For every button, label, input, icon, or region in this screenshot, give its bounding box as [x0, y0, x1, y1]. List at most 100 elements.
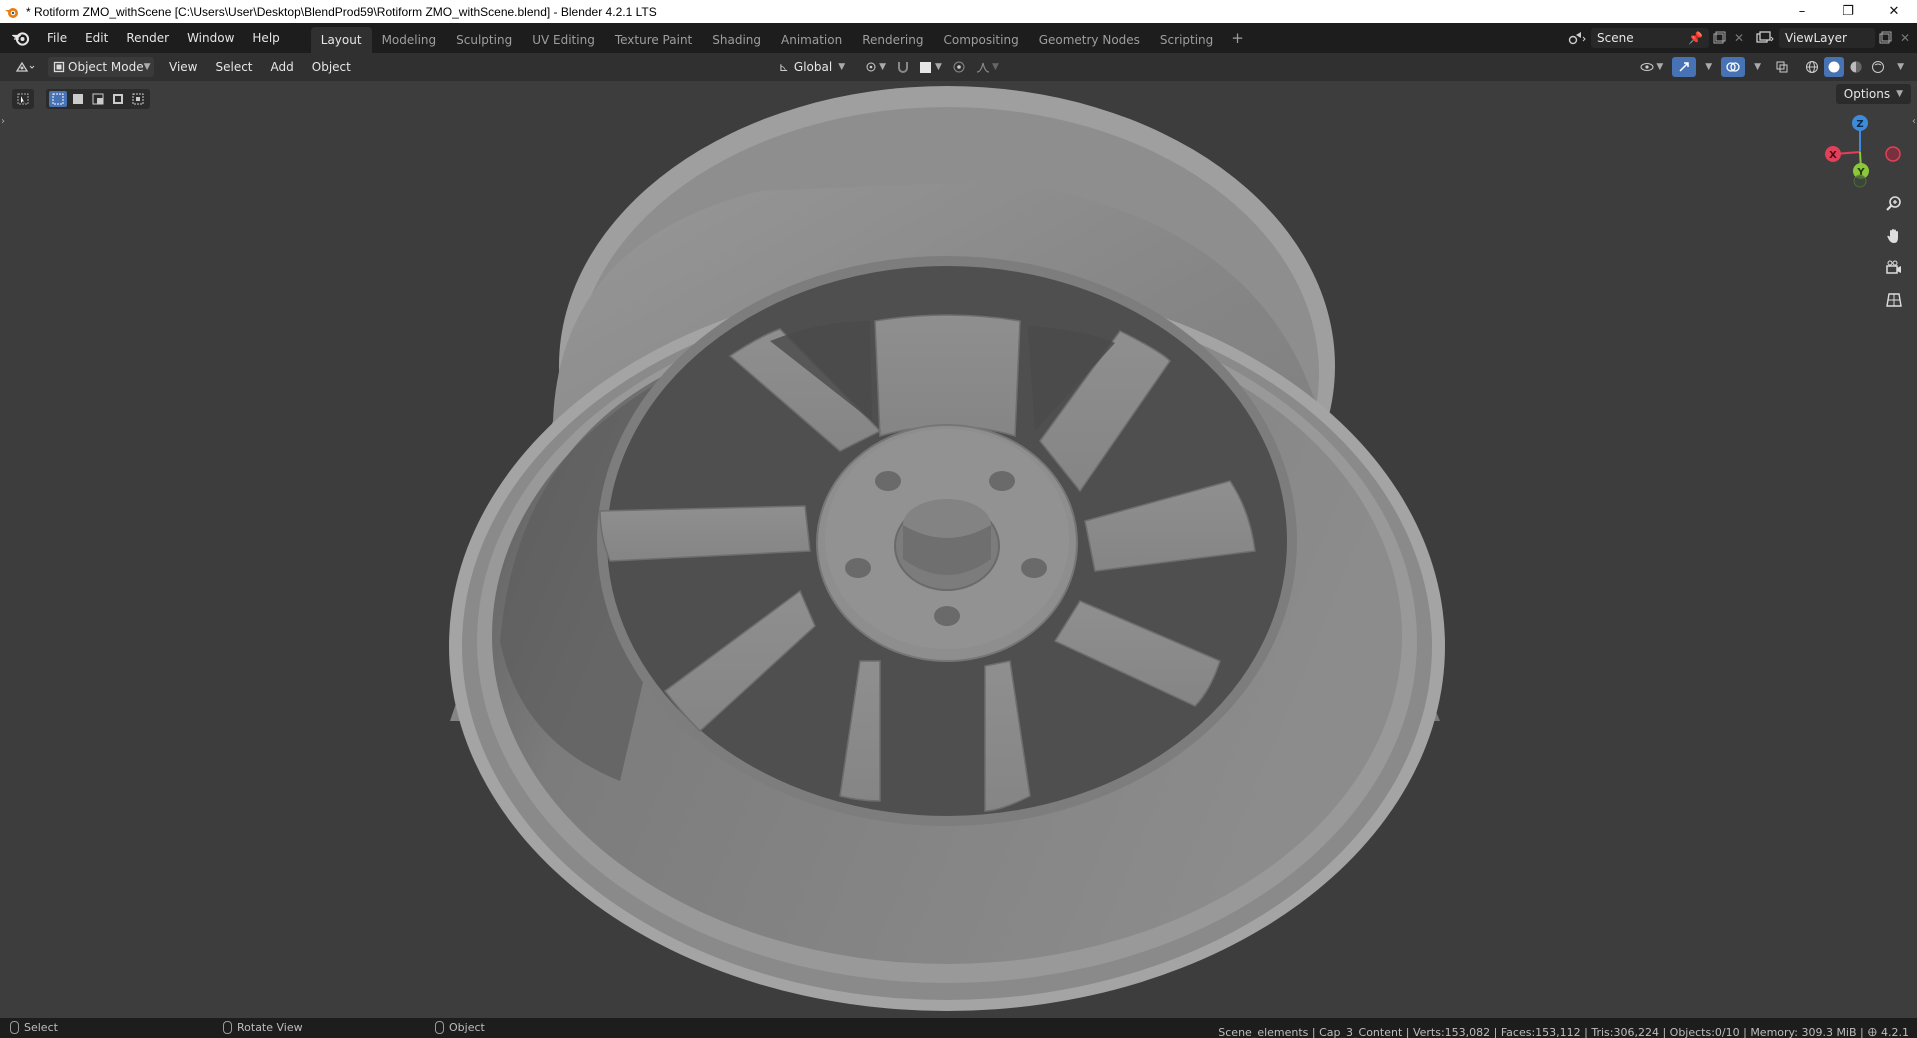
orientation-label: Global [793, 60, 833, 74]
magnet-icon [898, 62, 909, 73]
solid-shading-button[interactable] [1824, 57, 1845, 77]
navigation-tools [1881, 191, 1907, 313]
scene-selector-icon[interactable] [1567, 28, 1587, 48]
wireframe-sphere-icon [1806, 61, 1819, 73]
invert-selection-icon[interactable] [109, 91, 127, 107]
status-hint-rotate-label: Rotate View [237, 1021, 303, 1034]
tool-settings [12, 89, 150, 109]
eye-pointer-icon [1640, 63, 1654, 71]
wireframe-shading-button[interactable] [1802, 57, 1822, 77]
proportional-falloff-dropdown[interactable]: ▼ [971, 57, 1004, 77]
xray-icon [1776, 61, 1788, 73]
new-scene-icon[interactable] [1709, 28, 1729, 48]
status-hint-object-label: Object [449, 1021, 485, 1034]
blender-logo-icon[interactable] [8, 25, 34, 51]
pan-hand-icon[interactable] [1881, 223, 1907, 249]
xray-toggle[interactable] [1770, 57, 1794, 77]
chevron-down-icon: ▼ [1656, 62, 1664, 72]
options-dropdown[interactable]: Options ▼ [1835, 84, 1911, 104]
view-layer-selector-icon[interactable] [1755, 28, 1775, 48]
menu-window[interactable]: Window [178, 27, 243, 49]
rendered-shading-button[interactable] [1868, 57, 1888, 77]
tab-scripting[interactable]: Scripting [1150, 27, 1223, 53]
mode-dropdown[interactable]: Object Mode ▼ [48, 57, 154, 77]
sidebar-expand-arrow-icon[interactable]: ‹ [1912, 116, 1916, 127]
extend-selection-icon[interactable] [69, 91, 87, 107]
tab-rendering[interactable]: Rendering [852, 27, 933, 53]
camera-view-icon[interactable] [1881, 255, 1907, 281]
tab-texture-paint[interactable]: Texture Paint [605, 27, 702, 53]
3d-viewport[interactable]: › ‹ Options ▼ Z X Y [0, 81, 1917, 1018]
mode-label: Object Mode [68, 60, 144, 74]
menu-edit[interactable]: Edit [76, 27, 117, 49]
zoom-view-icon[interactable] [1881, 191, 1907, 217]
navigation-gizmo[interactable]: Z X Y [1817, 111, 1907, 201]
lug-hole [875, 471, 901, 491]
transform-orientation-dropdown[interactable]: ⊾ Global ▼ [774, 57, 850, 77]
shading-options-dropdown[interactable]: ▼ [1892, 57, 1909, 77]
left-mouse-icon [10, 1021, 19, 1034]
blender-app-icon [5, 7, 18, 18]
proportional-editing-toggle[interactable] [947, 57, 971, 77]
subtract-selection-icon[interactable] [89, 91, 107, 107]
tab-sculpting[interactable]: Sculpting [446, 27, 522, 53]
tab-shading[interactable]: Shading [702, 27, 771, 53]
viewport-menu-add[interactable]: Add [262, 56, 303, 78]
negative-x-axis-handle[interactable] [1885, 146, 1901, 162]
tab-modeling[interactable]: Modeling [372, 27, 447, 53]
chevron-down-icon: ▼ [143, 62, 151, 72]
menu-file[interactable]: File [38, 27, 76, 49]
menu-render[interactable]: Render [117, 27, 178, 49]
pivot-point-dropdown[interactable]: ▼ [858, 57, 891, 77]
negative-z-axis-handle[interactable] [1853, 174, 1867, 188]
intersect-selection-icon[interactable] [129, 91, 147, 107]
selection-mode-group [46, 89, 150, 109]
toolbar-expand-arrow-icon[interactable]: › [1, 116, 5, 127]
tab-uv-editing[interactable]: UV Editing [522, 27, 605, 53]
new-view-layer-icon[interactable] [1875, 28, 1895, 48]
status-bar: Select Rotate View Object Scene_elements… [0, 1018, 1917, 1038]
select-tool-button[interactable] [12, 89, 34, 109]
close-window-button[interactable]: ✕ [1871, 0, 1917, 23]
overlays-options-dropdown[interactable]: ▼ [1749, 57, 1766, 77]
delete-view-layer-icon[interactable]: ✕ [1895, 28, 1915, 48]
delete-scene-icon[interactable]: ✕ [1729, 28, 1749, 48]
minimize-button[interactable]: – [1779, 0, 1825, 23]
show-overlays-toggle[interactable] [1721, 57, 1746, 77]
viewport-menu-object[interactable]: Object [303, 56, 360, 78]
add-workspace-button[interactable]: + [1223, 29, 1252, 47]
set-new-selection-icon[interactable] [49, 91, 67, 107]
snap-toggle[interactable] [891, 57, 915, 77]
pivot-icon [866, 62, 876, 72]
status-hint-select-label: Select [24, 1021, 58, 1034]
wheel-rim-model[interactable] [0, 81, 1917, 1018]
scene-name-field[interactable]: Scene 📌 [1591, 28, 1709, 48]
viewport-menu-view[interactable]: View [160, 56, 206, 78]
viewport-menu-select[interactable]: Select [206, 56, 261, 78]
gizmo-icon [1679, 62, 1689, 72]
restore-button[interactable]: ❐ [1825, 0, 1871, 23]
snap-target-dropdown[interactable]: ▼ [915, 57, 947, 77]
show-gizmo-toggle[interactable] [1672, 57, 1697, 77]
perspective-ortho-toggle-icon[interactable] [1881, 287, 1907, 313]
editor-type-icon [15, 61, 35, 72]
workspace-tabs: Layout Modeling Sculpting UV Editing Tex… [310, 23, 1252, 53]
lug-hole [1021, 558, 1047, 578]
tab-compositing[interactable]: Compositing [933, 27, 1028, 53]
editor-type-button[interactable] [10, 57, 42, 77]
visibility-selectability-dropdown[interactable]: ▼ [1635, 57, 1668, 77]
view-layer-field[interactable]: ViewLayer [1779, 28, 1875, 48]
pin-icon[interactable]: 📌 [1688, 31, 1703, 45]
menu-help[interactable]: Help [243, 27, 288, 49]
tab-layout[interactable]: Layout [310, 27, 372, 53]
tab-animation[interactable]: Animation [771, 27, 852, 53]
chevron-down-icon: ▼ [1896, 89, 1903, 99]
tab-geometry-nodes[interactable]: Geometry Nodes [1029, 27, 1150, 53]
chevron-down-icon: ▼ [991, 62, 999, 72]
gizmo-options-dropdown[interactable]: ▼ [1700, 57, 1717, 77]
falloff-curve-icon [976, 62, 990, 73]
window-titlebar: * Rotiform ZMO_withScene [C:\Users\User\… [0, 0, 1917, 23]
material-preview-button[interactable] [1846, 57, 1866, 77]
middle-mouse-icon [223, 1021, 232, 1034]
object-mode-icon [53, 57, 65, 77]
